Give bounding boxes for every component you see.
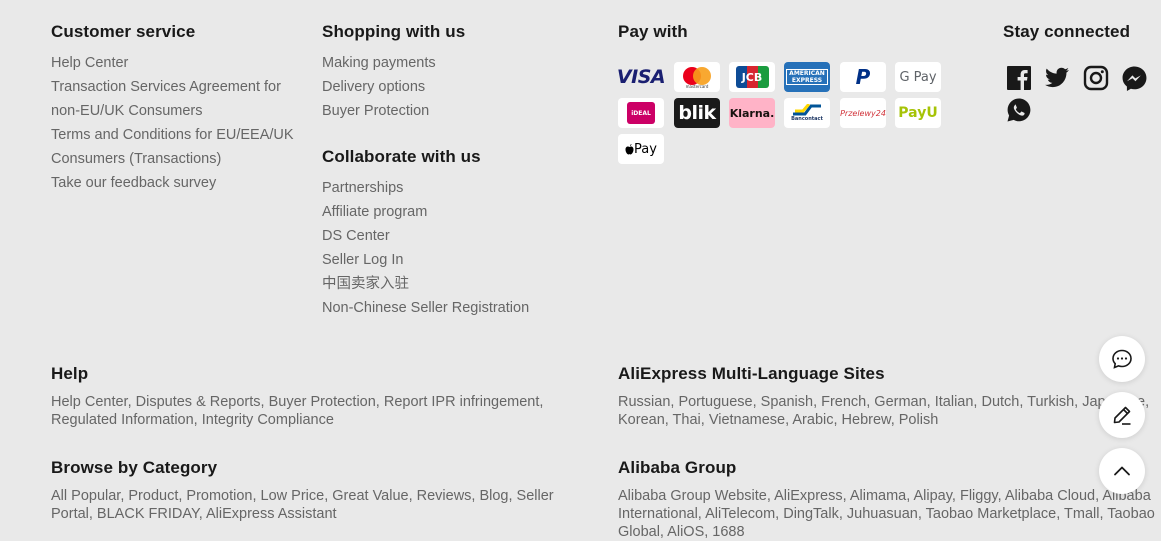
- chat-bubble-icon: [1112, 349, 1132, 369]
- delivery-options-link[interactable]: Delivery options: [322, 75, 436, 99]
- collaborate-heading: Collaborate with us: [322, 147, 481, 166]
- shopping-heading: Shopping with us: [322, 22, 466, 41]
- bancontact-mark-icon: [793, 104, 821, 116]
- jcb-logo: JCB: [729, 62, 775, 92]
- collaborate-links: Partnerships Affiliate program DS Center…: [322, 176, 529, 320]
- multi-language-heading: AliExpress Multi-Language Sites: [618, 364, 885, 383]
- chinese-seller-link[interactable]: 中国卖家入驻: [322, 272, 529, 296]
- edit-pencil-icon: [1113, 406, 1131, 425]
- affiliate-program-link[interactable]: Affiliate program: [322, 200, 529, 224]
- help-heading: Help: [51, 364, 89, 383]
- apple-icon: [625, 143, 634, 154]
- bancontact-logo: Bancontact: [784, 98, 830, 128]
- seller-login-link[interactable]: Seller Log In: [322, 248, 529, 272]
- stay-connected-heading: Stay connected: [1003, 22, 1131, 41]
- mastercard-logo: mastercard: [674, 62, 720, 92]
- apple-pay-logo: Pay: [618, 134, 664, 164]
- customer-service-heading: Customer service: [51, 22, 196, 41]
- browse-category-links[interactable]: All Popular, Product, Promotion, Low Pri…: [51, 487, 561, 523]
- przelewy24-logo: Przelewy24: [840, 98, 886, 128]
- making-payments-link[interactable]: Making payments: [322, 51, 436, 75]
- transaction-agreement-link[interactable]: Transaction Services Agreement for: [51, 75, 294, 99]
- pay-with-heading: Pay with: [618, 22, 688, 41]
- partnerships-link[interactable]: Partnerships: [322, 176, 529, 200]
- chevron-up-icon: [1114, 466, 1130, 476]
- visa-logo: VISA: [618, 66, 664, 88]
- amex-logo: AMERICAN EXPRESS: [784, 62, 830, 92]
- blik-logo: blik: [674, 98, 720, 128]
- browse-category-heading: Browse by Category: [51, 458, 218, 477]
- feedback-button[interactable]: [1099, 392, 1145, 438]
- feedback-survey-link[interactable]: Take our feedback survey: [51, 171, 294, 195]
- instagram-icon[interactable]: [1083, 65, 1109, 91]
- payu-logo: PayU: [895, 98, 941, 128]
- whatsapp-icon[interactable]: [1006, 97, 1032, 123]
- transaction-agreement-link-cont[interactable]: non-EU/UK Consumers: [51, 99, 294, 123]
- shopping-links: Making payments Delivery options Buyer P…: [322, 51, 436, 123]
- messenger-icon[interactable]: [1121, 65, 1147, 91]
- twitter-icon[interactable]: [1044, 65, 1070, 91]
- non-chinese-seller-link[interactable]: Non-Chinese Seller Registration: [322, 296, 529, 320]
- terms-conditions-link-cont[interactable]: Consumers (Transactions): [51, 147, 294, 171]
- multi-language-links[interactable]: Russian, Portuguese, Spanish, French, Ge…: [618, 393, 1158, 429]
- customer-service-links: Help Center Transaction Services Agreeme…: [51, 51, 294, 195]
- help-links[interactable]: Help Center, Disputes & Reports, Buyer P…: [51, 393, 561, 429]
- chat-button[interactable]: [1099, 336, 1145, 382]
- help-center-link[interactable]: Help Center: [51, 51, 294, 75]
- back-to-top-button[interactable]: [1099, 448, 1145, 494]
- paypal-logo: P: [840, 62, 886, 92]
- alibaba-group-heading: Alibaba Group: [618, 458, 737, 477]
- ds-center-link[interactable]: DS Center: [322, 224, 529, 248]
- klarna-logo: Klarna.: [729, 98, 775, 128]
- ideal-logo: iDEAL: [618, 98, 664, 128]
- facebook-icon[interactable]: [1006, 65, 1032, 91]
- terms-conditions-link[interactable]: Terms and Conditions for EU/EEA/UK: [51, 123, 294, 147]
- google-pay-logo: G Pay: [895, 62, 941, 92]
- buyer-protection-link[interactable]: Buyer Protection: [322, 99, 436, 123]
- alibaba-group-links[interactable]: Alibaba Group Website, AliExpress, Alima…: [618, 487, 1158, 541]
- mastercard-circles-icon: [683, 66, 711, 85]
